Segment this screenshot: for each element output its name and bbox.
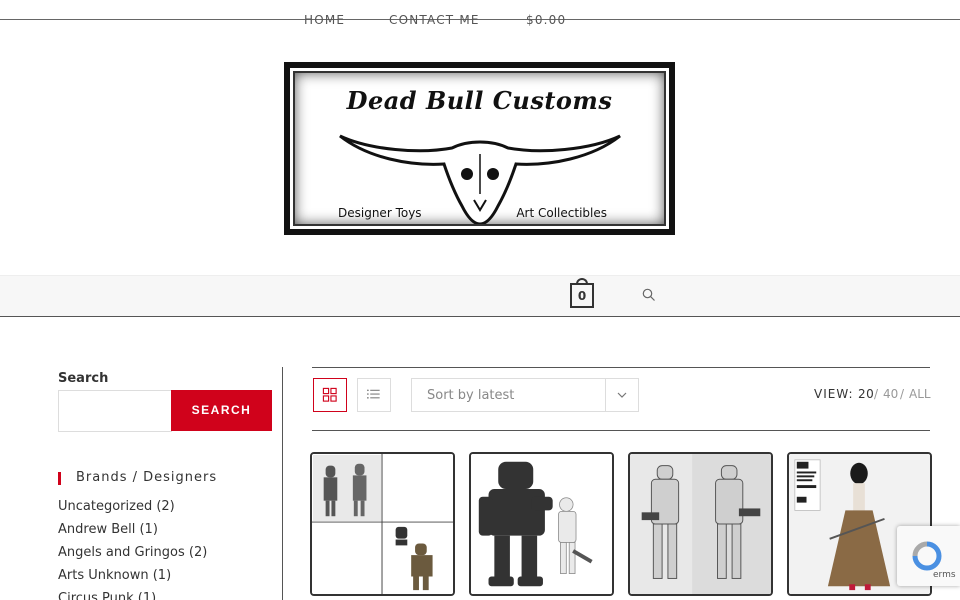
chevron-down-icon: [617, 392, 627, 398]
sort-select[interactable]: Sort by latest: [411, 378, 639, 412]
brand-item[interactable]: Angels and Gringos (2): [58, 545, 207, 568]
figure-collage-image: [312, 454, 453, 594]
brand-item[interactable]: Uncategorized (2): [58, 499, 207, 522]
logo-tagline-left: Designer Toys: [338, 206, 422, 220]
sort-separator: [605, 379, 606, 411]
sidebar-search-label: Search: [58, 371, 109, 386]
logo-frame: Dead Bull Customs Designer Toys Art Coll…: [284, 62, 675, 235]
recaptcha-terms-text: erms: [933, 570, 956, 580]
view-20-link[interactable]: 20: [858, 387, 874, 401]
nav-cart-total[interactable]: $0.00: [526, 13, 566, 27]
logo-title: Dead Bull Customs: [346, 86, 613, 115]
view-all-link[interactable]: ALL: [909, 387, 931, 401]
brands-heading: Brands / Designers: [58, 470, 217, 485]
list-view-button[interactable]: [357, 378, 391, 412]
sidebar-search-input[interactable]: [58, 390, 172, 432]
view-40-link[interactable]: 40: [883, 387, 898, 401]
top-bar: [0, 0, 960, 20]
brand-list: Uncategorized (2) Andrew Bell (1) Angels…: [58, 499, 207, 600]
nav-home-link[interactable]: HOME: [304, 13, 345, 27]
grid-view-button[interactable]: [313, 378, 347, 412]
brand-item[interactable]: Arts Unknown (1): [58, 568, 207, 591]
product-card-1[interactable]: [310, 452, 455, 596]
sidebar-search-button[interactable]: SEARCH: [171, 390, 272, 431]
sidebar-divider: [282, 367, 283, 600]
cart-count-badge[interactable]: 0: [570, 283, 594, 308]
list-icon: [367, 389, 380, 399]
view-separator: /: [874, 387, 879, 401]
robot-and-figure-image: [471, 454, 612, 594]
recaptcha-badge[interactable]: erms: [897, 526, 960, 586]
site-logo[interactable]: Dead Bull Customs Designer Toys Art Coll…: [284, 62, 675, 235]
toolbar-bottom-border: [312, 430, 930, 431]
soldier-figures-image: [630, 454, 771, 594]
search-icon[interactable]: [642, 288, 656, 302]
product-card-2[interactable]: [469, 452, 614, 596]
brand-item[interactable]: Circus Punk (1): [58, 591, 207, 600]
grid-icon: [322, 387, 337, 402]
main-navigation: [0, 275, 960, 317]
brand-item[interactable]: Andrew Bell (1): [58, 522, 207, 545]
view-separator: /: [900, 387, 905, 401]
nav-contact-link[interactable]: CONTACT ME: [389, 13, 480, 27]
toolbar-top-border: [312, 367, 930, 368]
sort-selected-value: Sort by latest: [427, 388, 515, 403]
view-label: VIEW:: [814, 387, 854, 401]
product-card-3[interactable]: [628, 452, 773, 596]
logo-tagline-right: Art Collectibles: [516, 206, 607, 220]
